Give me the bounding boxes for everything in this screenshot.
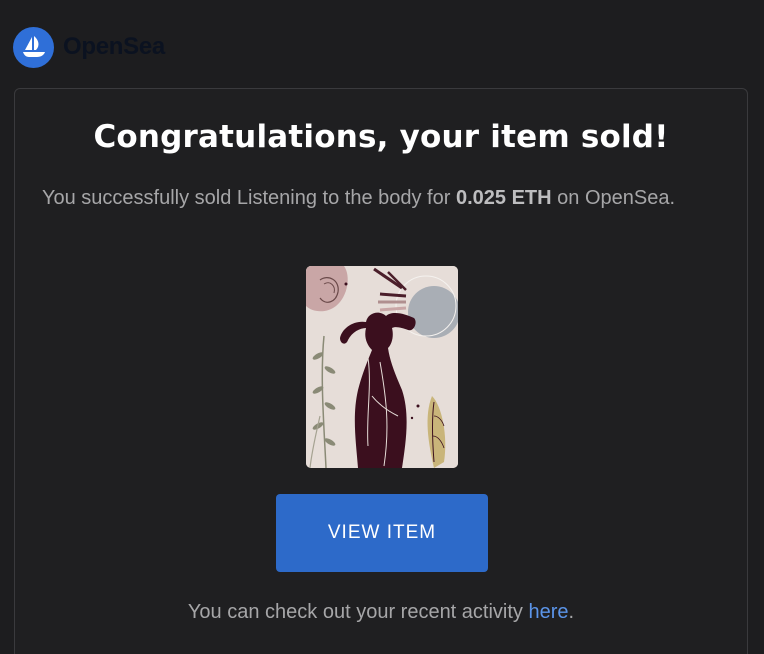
footer-period: . (568, 601, 575, 623)
activity-link[interactable]: here (528, 601, 568, 623)
email-page: OpenSea Congratulations, your item sold!… (0, 0, 764, 654)
view-item-button[interactable]: VIEW ITEM (276, 494, 488, 572)
brand-name[interactable]: OpenSea (63, 33, 165, 61)
sale-price: 0.025 ETH (455, 187, 552, 209)
header: OpenSea (13, 25, 165, 69)
footer-message: You can check out your recent activity (187, 601, 529, 623)
sale-card: Congratulations, your item sold! You suc… (14, 88, 748, 654)
sailboat-icon (22, 36, 45, 57)
message-text: You successfully sold Listening to the b… (42, 187, 456, 209)
page-title: Congratulations, your item sold! (93, 119, 669, 155)
nft-artwork-image[interactable] (306, 266, 458, 468)
nft-artwork-illustration (306, 266, 458, 468)
opensea-logo (13, 26, 54, 68)
message-suffix: on OpenSea. (551, 187, 676, 209)
footer-text: You can check out your recent activity h… (15, 601, 747, 624)
sale-message: You successfully sold Listening to the b… (42, 184, 717, 212)
